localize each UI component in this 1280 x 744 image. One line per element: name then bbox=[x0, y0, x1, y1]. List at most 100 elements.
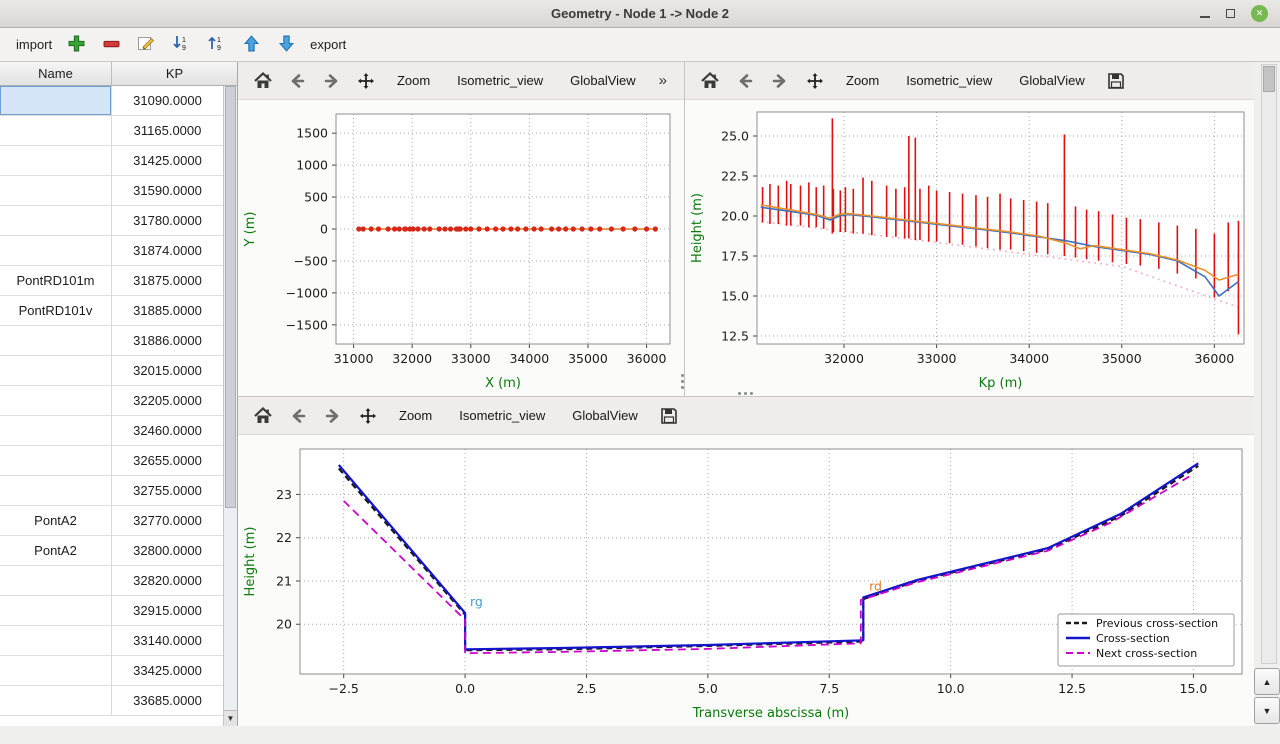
name-cell[interactable] bbox=[0, 686, 112, 716]
name-cell[interactable] bbox=[0, 236, 112, 266]
name-cell[interactable] bbox=[0, 656, 112, 686]
name-cell[interactable] bbox=[0, 476, 112, 506]
table-row[interactable]: PontRD101m31875.0000 bbox=[0, 266, 237, 296]
kp-cell[interactable]: 33425.0000 bbox=[112, 656, 224, 686]
scroll-up-button[interactable]: ▲ bbox=[1254, 668, 1280, 695]
import-button[interactable]: import bbox=[16, 37, 52, 52]
table-row[interactable]: 33140.0000 bbox=[0, 626, 237, 656]
table-row[interactable]: 32820.0000 bbox=[0, 566, 237, 596]
scroll-down-button[interactable]: ▼ bbox=[1254, 697, 1280, 724]
name-cell[interactable] bbox=[0, 626, 112, 656]
vertical-splitter-handle[interactable] bbox=[681, 374, 684, 389]
export-button[interactable]: export bbox=[310, 37, 346, 52]
table-scroll-down-button[interactable]: ▼ bbox=[224, 710, 237, 726]
name-cell[interactable]: PontRD101v bbox=[0, 296, 112, 326]
kp-cell[interactable]: 32460.0000 bbox=[112, 416, 224, 446]
home-icon[interactable] bbox=[251, 404, 275, 428]
name-cell[interactable]: PontA2 bbox=[0, 506, 112, 536]
table-row[interactable]: PontA232800.0000 bbox=[0, 536, 237, 566]
home-icon[interactable] bbox=[698, 69, 722, 93]
zoom-button[interactable]: Zoom bbox=[838, 69, 887, 92]
zoom-button[interactable]: Zoom bbox=[389, 69, 438, 92]
forward-arrow-icon[interactable] bbox=[768, 69, 792, 93]
vertical-scrollbar-thumb[interactable] bbox=[1263, 66, 1275, 92]
name-cell[interactable] bbox=[0, 116, 112, 146]
name-cell[interactable] bbox=[0, 326, 112, 356]
table-row[interactable]: 31886.0000 bbox=[0, 326, 237, 356]
table-row[interactable]: 31590.0000 bbox=[0, 176, 237, 206]
kp-cell[interactable]: 31165.0000 bbox=[112, 116, 224, 146]
home-icon[interactable] bbox=[251, 69, 274, 93]
table-row[interactable]: 31090.0000 bbox=[0, 86, 237, 116]
sort-descending-button[interactable]: 19 bbox=[205, 34, 227, 56]
name-cell[interactable]: PontRD101m bbox=[0, 266, 112, 296]
table-scrollbar-thumb[interactable] bbox=[225, 86, 236, 508]
pan-icon[interactable] bbox=[803, 69, 827, 93]
kp-cell[interactable]: 32205.0000 bbox=[112, 386, 224, 416]
kp-cell[interactable]: 31090.0000 bbox=[112, 86, 224, 116]
plan-view-plot[interactable]: 310003200033000340003500036000−1500−1000… bbox=[238, 100, 684, 396]
table-row[interactable]: 31780.0000 bbox=[0, 206, 237, 236]
kp-cell[interactable]: 32015.0000 bbox=[112, 356, 224, 386]
move-up-button[interactable] bbox=[240, 34, 262, 56]
column-header-name[interactable]: Name bbox=[0, 62, 112, 85]
kp-cell[interactable]: 31875.0000 bbox=[112, 266, 224, 296]
table-row[interactable]: 31874.0000 bbox=[0, 236, 237, 266]
move-down-button[interactable] bbox=[275, 34, 297, 56]
kp-cell[interactable]: 32915.0000 bbox=[112, 596, 224, 626]
name-cell[interactable]: PontA2 bbox=[0, 536, 112, 566]
save-icon[interactable] bbox=[657, 404, 681, 428]
back-arrow-icon[interactable] bbox=[285, 69, 308, 93]
longitudinal-profile-plot[interactable]: 320003300034000350003600012.515.017.520.… bbox=[685, 100, 1254, 396]
kp-cell[interactable]: 32770.0000 bbox=[112, 506, 224, 536]
table-row[interactable]: 33685.0000 bbox=[0, 686, 237, 716]
kp-cell[interactable]: 32655.0000 bbox=[112, 446, 224, 476]
close-button[interactable]: ✕ bbox=[1251, 5, 1268, 22]
kp-cell[interactable]: 32755.0000 bbox=[112, 476, 224, 506]
global-view-button[interactable]: GlobalView bbox=[562, 69, 644, 92]
table-row[interactable]: 32755.0000 bbox=[0, 476, 237, 506]
name-cell[interactable] bbox=[0, 596, 112, 626]
kp-cell[interactable]: 31886.0000 bbox=[112, 326, 224, 356]
table-row[interactable]: 32915.0000 bbox=[0, 596, 237, 626]
table-row[interactable]: 33425.0000 bbox=[0, 656, 237, 686]
forward-arrow-icon[interactable] bbox=[321, 404, 345, 428]
name-cell[interactable] bbox=[0, 86, 112, 116]
maximize-button[interactable] bbox=[1226, 9, 1235, 18]
table-row[interactable]: 32015.0000 bbox=[0, 356, 237, 386]
name-cell[interactable] bbox=[0, 386, 112, 416]
table-row[interactable]: 32460.0000 bbox=[0, 416, 237, 446]
sort-ascending-button[interactable]: 19 bbox=[170, 34, 192, 56]
forward-arrow-icon[interactable] bbox=[320, 69, 343, 93]
edit-button[interactable] bbox=[135, 34, 157, 56]
save-icon[interactable] bbox=[1104, 69, 1128, 93]
remove-cross-section-button[interactable] bbox=[100, 34, 122, 56]
zoom-button[interactable]: Zoom bbox=[391, 404, 440, 427]
name-cell[interactable] bbox=[0, 416, 112, 446]
kp-cell[interactable]: 31590.0000 bbox=[112, 176, 224, 206]
name-cell[interactable] bbox=[0, 356, 112, 386]
pan-icon[interactable] bbox=[356, 404, 380, 428]
column-header-kp[interactable]: KP bbox=[112, 62, 237, 85]
add-cross-section-button[interactable] bbox=[65, 34, 87, 56]
back-arrow-icon[interactable] bbox=[286, 404, 310, 428]
table-scrollbar[interactable]: ▼ bbox=[223, 86, 237, 726]
kp-cell[interactable]: 33685.0000 bbox=[112, 686, 224, 716]
global-view-button[interactable]: GlobalView bbox=[1011, 69, 1093, 92]
kp-cell[interactable]: 31874.0000 bbox=[112, 236, 224, 266]
kp-cell[interactable]: 31780.0000 bbox=[112, 206, 224, 236]
table-row[interactable]: 32655.0000 bbox=[0, 446, 237, 476]
table-row[interactable]: PontRD101v31885.0000 bbox=[0, 296, 237, 326]
table-row[interactable]: PontA232770.0000 bbox=[0, 506, 237, 536]
isometric-view-button[interactable]: Isometric_view bbox=[451, 404, 553, 427]
isometric-view-button[interactable]: Isometric_view bbox=[898, 69, 1000, 92]
table-row[interactable]: 31425.0000 bbox=[0, 146, 237, 176]
name-cell[interactable] bbox=[0, 146, 112, 176]
table-row[interactable]: 31165.0000 bbox=[0, 116, 237, 146]
horizontal-splitter-handle[interactable] bbox=[738, 392, 753, 395]
kp-cell[interactable]: 33140.0000 bbox=[112, 626, 224, 656]
kp-cell[interactable]: 32800.0000 bbox=[112, 536, 224, 566]
isometric-view-button[interactable]: Isometric_view bbox=[449, 69, 551, 92]
vertical-scrollbar[interactable] bbox=[1261, 64, 1277, 664]
name-cell[interactable] bbox=[0, 176, 112, 206]
